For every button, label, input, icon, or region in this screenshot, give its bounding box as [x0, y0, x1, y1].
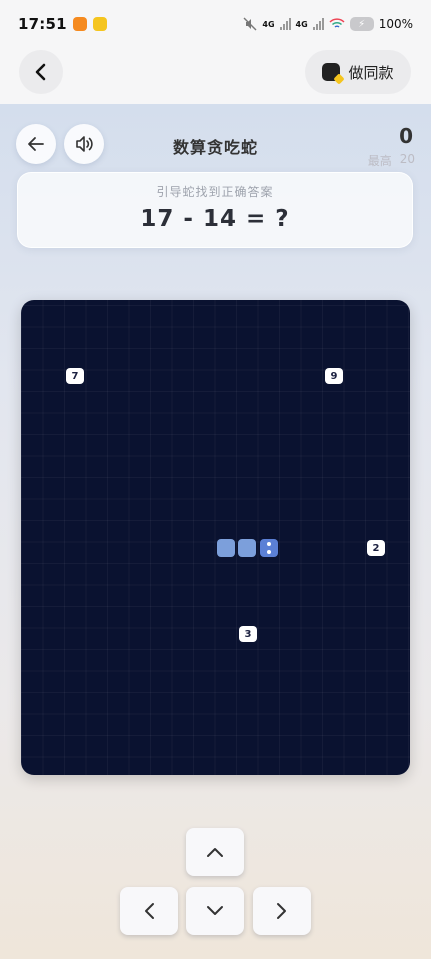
app-top-bar: 做同款 — [0, 48, 431, 104]
snake-body-segment — [238, 539, 256, 557]
make-same-label: 做同款 — [348, 63, 394, 82]
chevron-up-icon — [207, 848, 223, 857]
battery-level: 100% — [378, 17, 413, 31]
snake-head — [260, 539, 278, 557]
number-tile: 3 — [239, 626, 257, 642]
best-label: 最高 — [367, 154, 392, 168]
down-button[interactable] — [186, 887, 244, 935]
best-value: 20 — [399, 152, 415, 166]
snake-body-segment — [217, 539, 235, 557]
status-time: 17:51 — [18, 15, 67, 33]
status-indicators: 4G 4G ⚡ 100% — [243, 17, 413, 31]
video-app-icon — [72, 17, 87, 31]
game-board[interactable]: 7 9 2 3 — [21, 300, 410, 775]
snake-eye — [267, 542, 271, 546]
right-button[interactable] — [253, 887, 311, 935]
snake-eye — [267, 550, 271, 554]
number-tile: 9 — [325, 368, 343, 384]
chevron-left-icon — [35, 63, 46, 81]
best-score: 最高 20 — [368, 152, 415, 169]
question-hint: 引导蛇找到正确答案 — [156, 185, 274, 199]
network-type-2: 4G — [295, 19, 308, 29]
score-value: 0 — [399, 124, 413, 148]
network-type-1: 4G — [262, 19, 275, 29]
question-expression: 17 - 14 = ? — [140, 206, 290, 232]
wifi-icon — [329, 18, 345, 28]
number-tile: 7 — [66, 368, 84, 384]
sticker-icon — [322, 63, 341, 81]
notes-app-icon — [92, 17, 107, 31]
up-button[interactable] — [186, 828, 244, 876]
game-title: 数算贪吃蛇 — [172, 138, 258, 157]
mute-icon — [243, 17, 257, 31]
number-tile: 2 — [367, 540, 385, 556]
question-card: 引导蛇找到正确答案 17 - 14 = ? — [17, 172, 413, 248]
back-button[interactable] — [19, 50, 63, 94]
status-bar: 17:51 4G 4G ⚡ 100% — [0, 0, 431, 48]
chevron-right-icon — [277, 903, 286, 919]
signal-icon — [279, 18, 291, 30]
signal-icon-2 — [312, 18, 324, 30]
left-button[interactable] — [120, 887, 178, 935]
chevron-down-icon — [207, 906, 223, 915]
chevron-left-icon — [145, 903, 154, 919]
battery-charging-icon: ⚡ — [349, 17, 374, 31]
make-same-button[interactable]: 做同款 — [305, 50, 411, 94]
